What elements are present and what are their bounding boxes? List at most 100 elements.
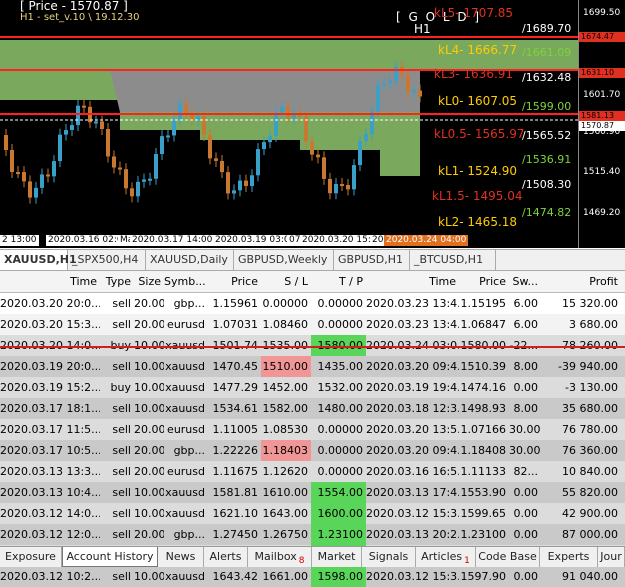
table-cell: 1510.39 <box>460 360 507 373</box>
bottom-tab[interactable]: Mailbox 8 <box>248 547 312 567</box>
candle-body <box>244 180 248 187</box>
column-header[interactable]: Sw... <box>509 271 541 292</box>
column-header[interactable]: Time <box>366 271 459 292</box>
table-cell: sell <box>112 423 131 436</box>
candle-body <box>52 161 56 177</box>
level-label: kL0- 1607.05 <box>438 94 518 108</box>
table-row[interactable]: 2020.03.12 10:2... sell 10.00 xauusd 1643.42… <box>0 566 625 587</box>
candle-body <box>268 135 272 143</box>
chart-tab[interactable]: _SPX500,H4 <box>68 250 146 270</box>
bottom-tab[interactable]: Jour <box>598 547 625 567</box>
table-cell: 2020.03.13 10:4... <box>0 486 100 499</box>
candle-body <box>382 83 386 86</box>
table-row[interactable]: 2020.03.13 10:4... sell 10.00 xauusd 1581.81… <box>0 482 625 503</box>
chart-tab[interactable]: XAUUSD,H1 <box>0 250 77 270</box>
candle-body <box>64 130 68 135</box>
candle-body <box>70 125 74 131</box>
pivot-label: /1565.52 <box>522 129 572 142</box>
table-cell: 1.26750 <box>262 528 309 541</box>
table-cell: 1474.16 <box>460 381 507 394</box>
table-cell: 2020.03.23 13:4... <box>366 318 459 331</box>
candle-body <box>286 107 290 119</box>
bottom-tab[interactable]: News <box>158 547 204 567</box>
price-tick: 1601.70 <box>583 90 621 100</box>
bottom-tab[interactable]: Alerts <box>204 547 248 567</box>
column-header[interactable]: Time <box>0 271 100 292</box>
candle-body <box>388 80 392 84</box>
pivot-label: /1508.30 <box>522 178 572 191</box>
table-cell: 20.00 <box>134 465 164 478</box>
table-row[interactable]: 2020.03.17 11:5... sell 20.00 eurusd 1.11005… <box>0 419 625 440</box>
column-header[interactable]: T / P <box>311 271 366 292</box>
candle-body <box>142 179 146 182</box>
table-row[interactable]: 2020.03.19 15:2... buy 10.00 xauusd 1477.29 1… <box>0 377 625 398</box>
chart-tab[interactable]: GBPUSD,Weekly <box>234 250 334 270</box>
candle-body <box>250 175 254 187</box>
table-cell: sell <box>112 507 131 520</box>
table-cell: 2020.03.12 15:3... <box>366 507 459 520</box>
table-cell: 1600.00 <box>311 503 366 524</box>
bottom-tab[interactable]: Signals <box>362 547 416 567</box>
table-cell: 3 680.00 <box>569 318 618 331</box>
bottom-tab-label: Account History <box>66 550 154 563</box>
candle-body <box>202 116 206 135</box>
column-header[interactable]: Size <box>134 271 164 292</box>
table-cell: 1480.00 <box>317 402 364 415</box>
candle-body <box>274 112 278 136</box>
tab-badge: 8 <box>298 556 305 566</box>
table-cell: 2020.03.20 15:3... <box>0 318 100 331</box>
pivot-label: /1536.91 <box>522 153 572 166</box>
chart-tab[interactable]: XAUUSD,Daily <box>146 250 234 270</box>
bottom-tab-label: Alerts <box>209 550 242 563</box>
table-row[interactable]: 2020.03.19 20:0... sell 10.00 xauusd 1470.45… <box>0 356 625 377</box>
column-header[interactable]: Price <box>208 271 261 292</box>
table-cell: eurusd <box>167 423 205 436</box>
table-row[interactable]: 2020.03.12 12:0... sell 20.00 gbp... 1.27450… <box>0 524 625 545</box>
table-cell: 1.27450 <box>212 528 259 541</box>
bottom-tab[interactable]: Articles 1 <box>416 547 476 567</box>
column-header[interactable]: Price <box>459 271 509 292</box>
table-cell: 1661.00 <box>262 570 309 583</box>
row-separator <box>0 346 625 348</box>
account-history-table: Time Type Size Symb... Price S / LT / P Time Pr… <box>0 271 625 587</box>
table-cell: 30.00 <box>509 423 541 436</box>
chart-tab[interactable]: _BTCUSD,H1 <box>410 250 496 270</box>
table-row[interactable]: 2020.03.17 10:5... sell 20.00 gbp... 1.22226… <box>0 440 625 461</box>
table-cell: 0.00000 <box>262 297 309 310</box>
table-cell: sell <box>112 528 131 541</box>
table-row[interactable]: 2020.03.12 14:0... sell 10.00 xauusd 1621.10… <box>0 503 625 524</box>
table-row[interactable]: 2020.03.20 15:3... sell 20.00 eurusd 1.07031… <box>0 314 625 335</box>
table-row[interactable]: 2020.03.20 20:0... sell 20.00 gbp... 1.15961… <box>0 293 625 314</box>
time-label: 2 13:00 <box>0 235 39 246</box>
candle-body <box>364 133 368 142</box>
table-cell: 10.00 <box>134 486 164 499</box>
table-cell: 1510.00 <box>261 356 311 377</box>
column-header[interactable]: Type <box>100 271 134 292</box>
table-cell: 1.15961 <box>212 297 259 310</box>
pivot-label: /1661.09 <box>522 46 572 59</box>
price-chart[interactable]: [ Price - 1570.87 ] H1 - set_v.10 \ 19.1… <box>0 0 625 248</box>
bottom-tab[interactable]: Market <box>312 547 362 567</box>
table-cell: 0.00 <box>513 507 539 520</box>
table-row[interactable]: 2020.03.17 18:1... sell 10.00 xauusd 1534.61… <box>0 398 625 419</box>
bottom-tab[interactable]: Code Base <box>476 547 540 567</box>
table-cell: 76 780.00 <box>562 423 618 436</box>
column-header[interactable]: Symb... <box>164 271 208 292</box>
column-header[interactable]: S / L <box>261 271 311 292</box>
bottom-tab-label: Experts <box>547 550 590 563</box>
pivot-label: /1632.48 <box>522 71 572 84</box>
candle-body <box>232 190 236 194</box>
bottom-tab[interactable]: Experts <box>540 547 598 567</box>
candle-body <box>22 172 26 182</box>
table-cell: 10.00 <box>134 402 164 415</box>
column-header[interactable]: Profit <box>541 271 621 292</box>
bottom-tab[interactable]: Account History <box>62 547 158 567</box>
table-cell: sell <box>112 297 131 310</box>
price-axis[interactable]: 1699.50 1601.70 1560.90 1515.40 1469.20 1674.… <box>578 0 625 248</box>
table-cell: 10.00 <box>134 381 164 394</box>
chart-tab[interactable]: GBPUSD,H1 <box>334 250 410 270</box>
table-cell: xauusd <box>165 486 205 499</box>
bottom-tab[interactable]: Exposure <box>0 547 62 567</box>
candle-body <box>100 121 104 129</box>
table-row[interactable]: 2020.03.13 13:3... sell 20.00 eurusd 1.11675… <box>0 461 625 482</box>
